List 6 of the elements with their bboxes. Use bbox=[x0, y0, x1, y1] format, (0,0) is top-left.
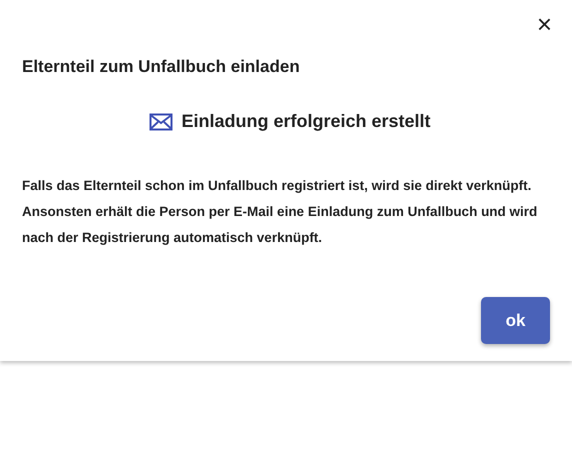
status-message: Einladung erfolgreich erstellt bbox=[181, 110, 431, 133]
close-button[interactable]: × bbox=[532, 10, 556, 38]
dialog-title: Elternteil zum Unfallbuch einladen bbox=[22, 56, 301, 78]
envelope-icon bbox=[149, 112, 174, 130]
info-text: Falls das Elternteil schon im Unfallbuch registriert ist, wird sie direkt verknüpft. Ansonsten erhält die Person per E-Mail eine Einladung zum Unfallbuch und wird nach der Registrierung automatisch verknüpft. bbox=[22, 177, 538, 247]
ok-button[interactable]: ok bbox=[481, 297, 550, 344]
